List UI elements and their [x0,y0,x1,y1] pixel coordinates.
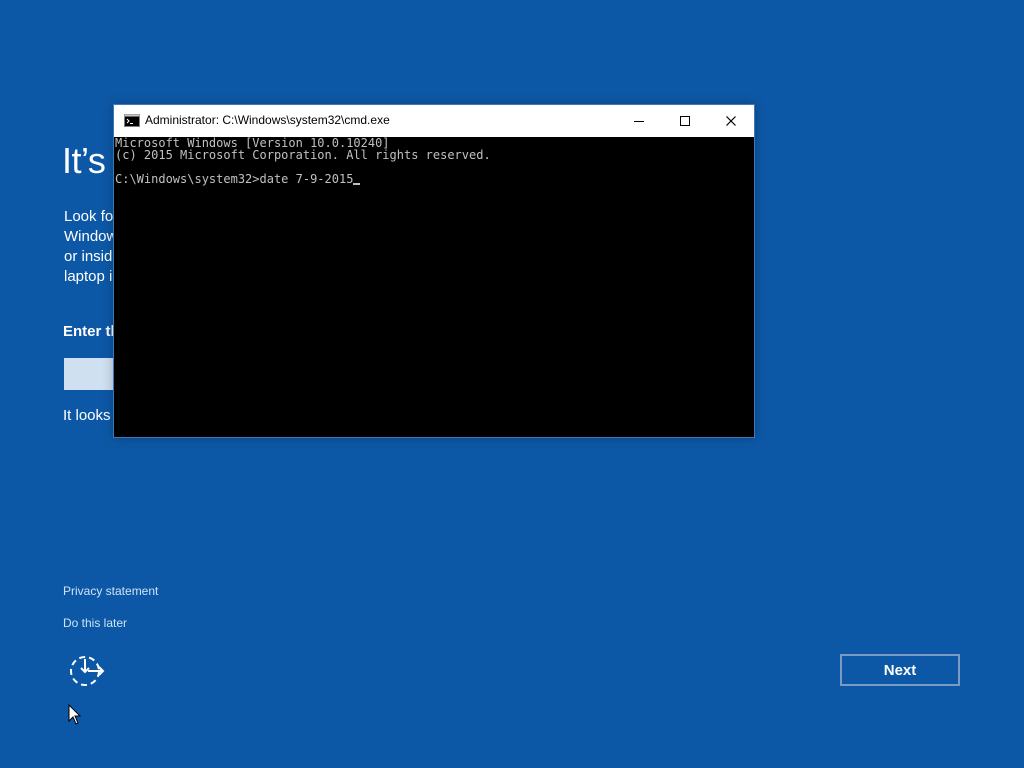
cmd-icon [124,114,140,127]
window-title: Administrator: C:\Windows\system32\cmd.e… [145,113,390,127]
privacy-statement-link[interactable]: Privacy statement [63,584,158,598]
next-button[interactable]: Next [840,654,960,686]
console-line: (c) 2015 Microsoft Corporation. All righ… [115,148,491,162]
minimize-icon [634,121,644,122]
info-note: It looks [63,407,111,424]
maximize-button[interactable] [662,105,708,137]
close-button[interactable] [708,105,754,137]
window-titlebar[interactable]: Administrator: C:\Windows\system32\cmd.e… [114,105,754,137]
ease-of-access-icon[interactable] [68,654,106,688]
maximize-icon [680,116,690,126]
product-key-label: Enter th [63,323,120,340]
do-this-later-link[interactable]: Do this later [63,616,127,630]
console-output[interactable]: Microsoft Windows [Version 10.0.10240] (… [114,137,754,437]
text-caret [353,183,361,185]
minimize-button[interactable] [616,105,662,137]
close-icon [726,116,736,126]
cmd-window[interactable]: Administrator: C:\Windows\system32\cmd.e… [113,104,755,438]
mouse-pointer-icon [68,703,82,726]
console-command: C:\Windows\system32>date 7-9-2015 [115,172,354,186]
console-input-line[interactable]: C:\Windows\system32>date 7-9-2015 [114,173,754,185]
